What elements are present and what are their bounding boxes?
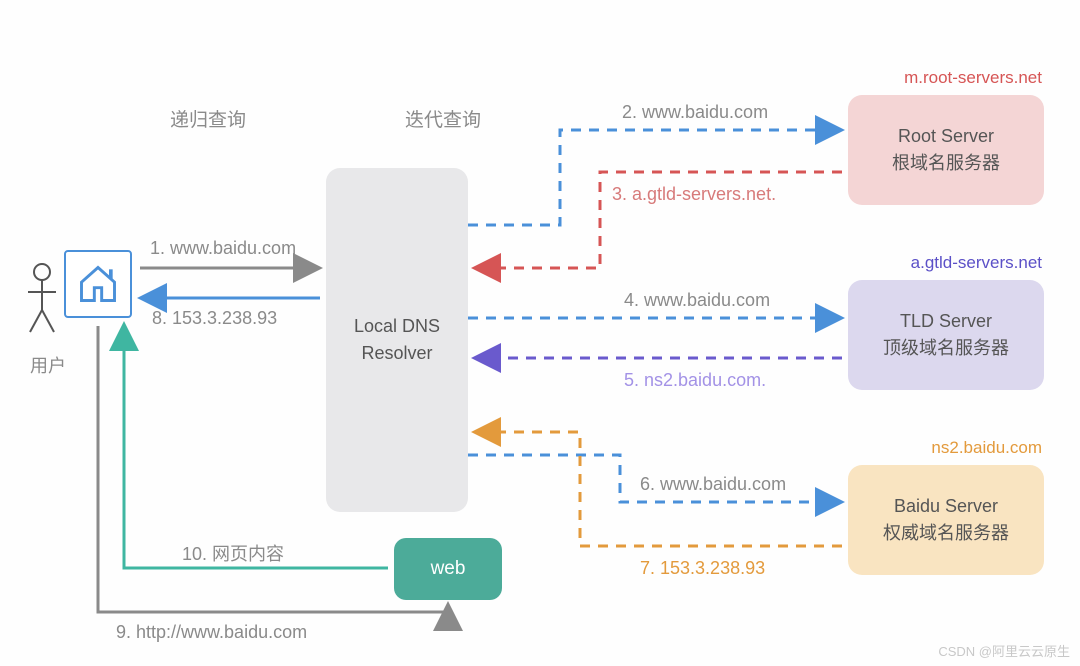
label-step7: 7. 153.3.238.93 bbox=[640, 558, 765, 579]
root-line1: Root Server bbox=[898, 123, 994, 150]
watermark: CSDN @阿里云云原生 bbox=[938, 641, 1070, 660]
user-icon bbox=[24, 260, 60, 340]
label-step4: 4. www.baidu.com bbox=[624, 290, 770, 311]
label-step9: 9. http://www.baidu.com bbox=[116, 622, 307, 643]
label-step3: 3. a.gtld-servers.net. bbox=[612, 184, 776, 205]
auth-caption: ns2.baidu.com bbox=[931, 438, 1042, 458]
web-box: web bbox=[394, 538, 502, 600]
home-icon bbox=[76, 262, 120, 306]
tld-server-box: TLD Server 顶级域名服务器 bbox=[848, 280, 1044, 390]
auth-line2: 权威域名服务器 bbox=[883, 520, 1009, 547]
label-step8: 8. 153.3.238.93 bbox=[152, 308, 277, 329]
resolver-line1: Local DNS bbox=[354, 313, 440, 340]
iterative-label: 迭代查询 bbox=[405, 105, 481, 132]
tld-caption: a.gtld-servers.net bbox=[911, 253, 1042, 273]
root-caption: m.root-servers.net bbox=[904, 68, 1042, 88]
label-step1: 1. www.baidu.com bbox=[150, 238, 296, 259]
root-server-box: Root Server 根域名服务器 bbox=[848, 95, 1044, 205]
tld-line1: TLD Server bbox=[900, 308, 992, 335]
label-step10: 10. 网页内容 bbox=[182, 540, 284, 566]
arrow-step2 bbox=[468, 130, 842, 225]
label-step2: 2. www.baidu.com bbox=[622, 102, 768, 123]
web-label: web bbox=[431, 558, 466, 580]
auth-line1: Baidu Server bbox=[894, 493, 998, 520]
resolver-box: Local DNS Resolver bbox=[326, 168, 468, 512]
recursive-label: 递归查询 bbox=[170, 105, 246, 132]
user-box bbox=[64, 250, 132, 318]
label-step6: 6. www.baidu.com bbox=[640, 474, 786, 495]
user-label: 用户 bbox=[30, 352, 66, 378]
resolver-line2: Resolver bbox=[361, 340, 432, 367]
root-line2: 根域名服务器 bbox=[892, 150, 1000, 177]
tld-line2: 顶级域名服务器 bbox=[883, 335, 1009, 362]
label-step5: 5. ns2.baidu.com. bbox=[624, 370, 766, 391]
auth-server-box: Baidu Server 权威域名服务器 bbox=[848, 465, 1044, 575]
